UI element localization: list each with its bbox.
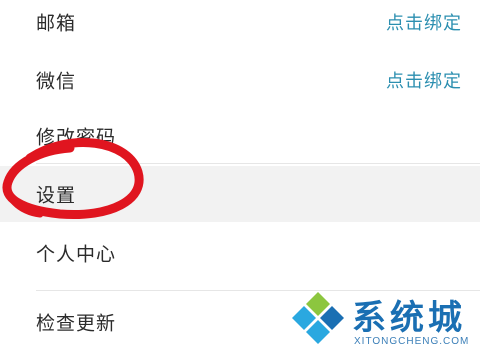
menu-item-personal-center[interactable]: 个人中心	[0, 225, 480, 281]
watermark-logo-icon	[292, 292, 344, 344]
menu-item-label: 个人中心	[36, 243, 117, 266]
menu-item-email[interactable]: 邮箱 点击绑定	[0, 0, 480, 50]
menu-item-label: 修改密码	[36, 126, 117, 149]
watermark-title: 系统城	[352, 298, 466, 338]
menu-item-label: 邮箱	[36, 12, 77, 35]
watermark-subtitle: XITONGCHENG.COM	[354, 336, 470, 347]
menu-item-label: 设置	[36, 184, 77, 207]
menu-item-label: 微信	[36, 70, 77, 93]
watermark: 系统城 XITONGCHENG.COM	[286, 286, 476, 358]
menu-item-wechat[interactable]: 微信 点击绑定	[0, 52, 480, 108]
menu-item-label: 检查更新	[36, 312, 117, 335]
bind-email-link[interactable]: 点击绑定	[386, 9, 462, 35]
settings-page: 邮箱 点击绑定 微信 点击绑定 修改密码 设置 个人中心 检查更新 系统城 XI…	[0, 0, 480, 362]
menu-item-settings[interactable]: 设置	[0, 166, 480, 222]
menu-item-change-password[interactable]: 修改密码	[0, 108, 480, 164]
bind-wechat-link[interactable]: 点击绑定	[386, 67, 462, 93]
divider	[36, 163, 480, 164]
